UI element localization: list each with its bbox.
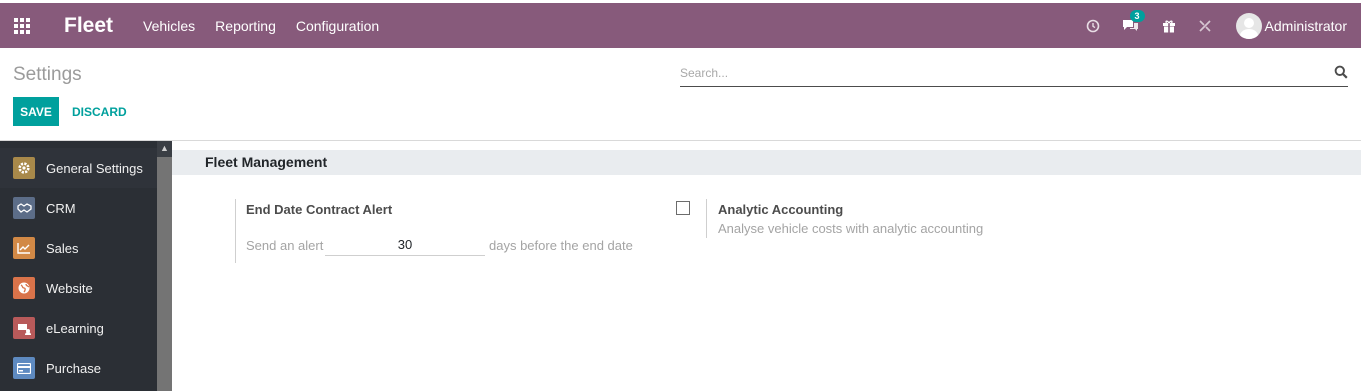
- debug-tools-icon[interactable]: [1198, 19, 1212, 33]
- sidebar-item-label: eLearning: [46, 320, 104, 336]
- avatar[interactable]: [1235, 12, 1262, 39]
- clock-icon[interactable]: [1086, 19, 1100, 33]
- app-brand[interactable]: Fleet: [64, 14, 113, 38]
- notification-badge: 3: [1129, 10, 1145, 22]
- gift-icon[interactable]: [1162, 19, 1176, 33]
- user-name[interactable]: Administrator: [1265, 18, 1347, 34]
- contract-alert-prefix: Send an alert: [246, 238, 324, 253]
- divider: [0, 140, 1361, 141]
- discard-button[interactable]: DISCARD: [72, 97, 127, 126]
- scroll-thumb[interactable]: [157, 157, 172, 391]
- section-header: Fleet Management: [172, 150, 1361, 175]
- sidebar-item-elearning[interactable]: eLearning: [0, 308, 157, 348]
- search-icon[interactable]: [1334, 65, 1348, 79]
- sidebar-item-label: General Settings: [46, 160, 143, 176]
- sidebar-item-label: Website: [46, 280, 93, 296]
- search-bar: [680, 63, 1348, 87]
- sidebar-list: General Settings CRM Sales Website eLear…: [0, 148, 157, 388]
- sidebar-item-sales[interactable]: Sales: [0, 228, 157, 268]
- chat-icon[interactable]: 3: [1122, 10, 1145, 33]
- section-title: Fleet Management: [205, 154, 328, 170]
- alert-days-input[interactable]: [325, 234, 485, 256]
- sidebar-item-website[interactable]: Website: [0, 268, 157, 308]
- page-title: Settings: [13, 64, 82, 85]
- sidebar-item-purchase[interactable]: Purchase: [0, 348, 157, 388]
- menu-reporting[interactable]: Reporting: [215, 18, 276, 34]
- elearning-icon: [13, 317, 35, 339]
- top-navbar: Fleet Vehicles Reporting Configuration 3…: [0, 3, 1361, 48]
- sidebar-item-label: Sales: [46, 240, 79, 256]
- chart-icon: [13, 237, 35, 259]
- contract-alert-suffix: days before the end date: [489, 238, 633, 253]
- sidebar-item-label: CRM: [46, 200, 76, 216]
- menu-configuration[interactable]: Configuration: [296, 18, 379, 34]
- analytic-accounting-description: Analyse vehicle costs with analytic acco…: [718, 221, 984, 236]
- settings-sidebar: General Settings CRM Sales Website eLear…: [0, 141, 172, 391]
- sidebar-item-crm[interactable]: CRM: [0, 188, 157, 228]
- sidebar-scrollbar[interactable]: ▲: [157, 141, 172, 391]
- gear-icon: [13, 157, 35, 179]
- scroll-up-icon[interactable]: ▲: [160, 143, 169, 153]
- systray: 3 Administrator: [1064, 3, 1347, 48]
- search-input[interactable]: [680, 63, 1320, 83]
- apps-menu-icon[interactable]: [0, 3, 44, 48]
- globe-icon: [13, 277, 35, 299]
- save-button[interactable]: SAVE: [13, 97, 59, 126]
- credit-card-icon: [13, 357, 35, 379]
- menu-vehicles[interactable]: Vehicles: [143, 18, 195, 34]
- setting-divider: [235, 199, 236, 263]
- contract-alert-title: End Date Contract Alert: [246, 202, 393, 217]
- setting-divider: [706, 199, 707, 238]
- sidebar-item-general-settings[interactable]: General Settings: [0, 148, 157, 188]
- analytic-accounting-checkbox[interactable]: [676, 201, 690, 215]
- analytic-accounting-title: Analytic Accounting: [718, 202, 844, 217]
- handshake-icon: [13, 197, 35, 219]
- sidebar-item-label: Purchase: [46, 360, 101, 376]
